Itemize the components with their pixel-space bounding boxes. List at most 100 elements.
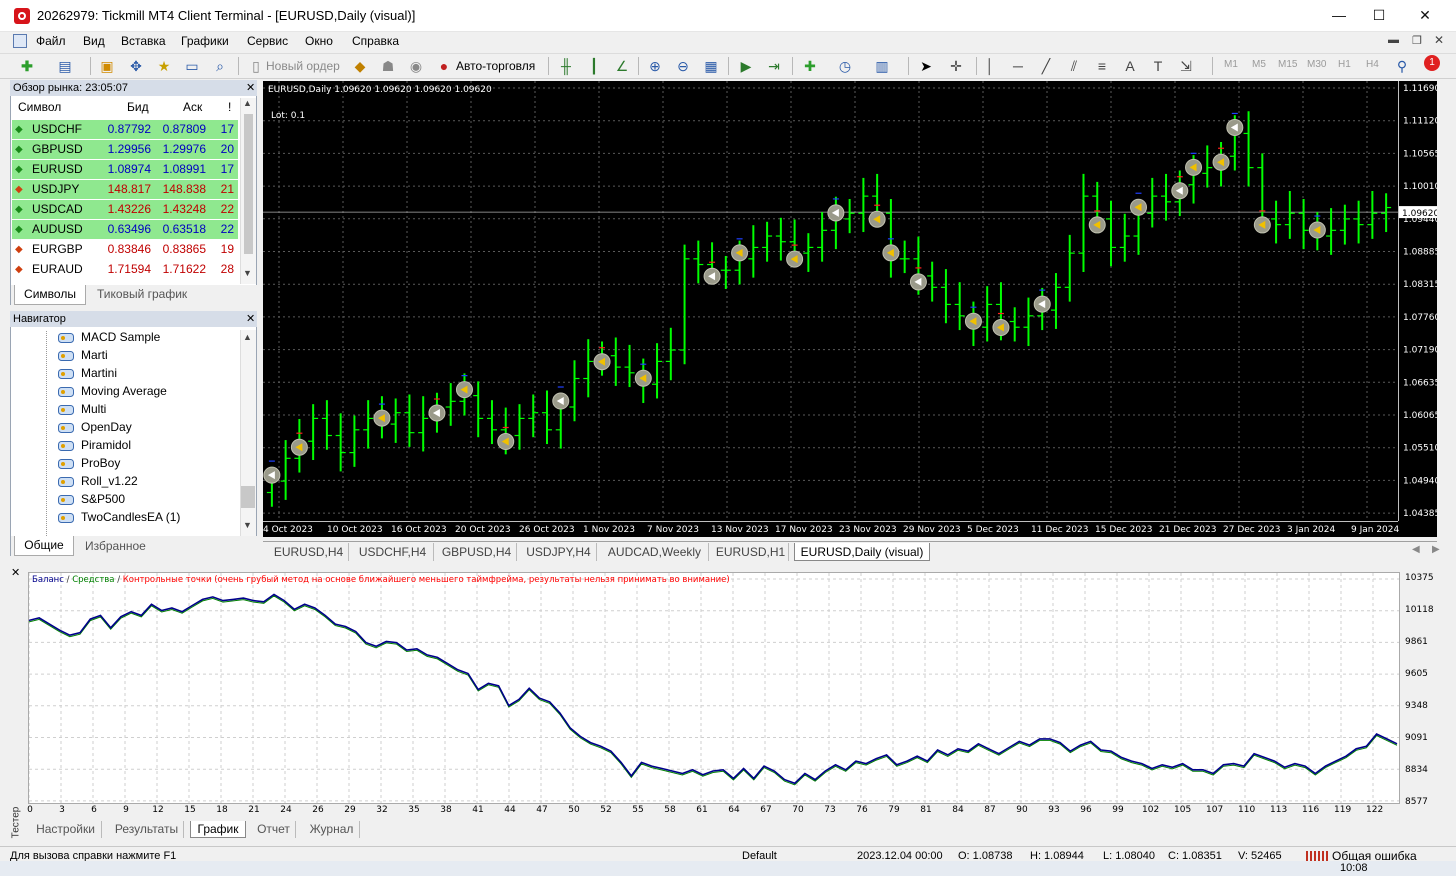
column-symbol[interactable]: Символ (18, 100, 61, 114)
maximize-button[interactable]: ☐ (1356, 0, 1402, 32)
timeframe-m15[interactable]: M15 (1278, 59, 1297, 70)
menu-charts[interactable]: Графики (181, 34, 229, 48)
tabs-scroll-right-icon[interactable]: ▶ (1432, 544, 1440, 555)
scroll-down-icon[interactable]: ▼ (243, 268, 252, 278)
navigator-close-icon[interactable]: ✕ (246, 312, 255, 325)
chart-tab[interactable]: USDJPY,H4 (521, 543, 597, 561)
cursor-icon[interactable]: ➤ (916, 56, 936, 76)
child-restore-icon[interactable]: ❐ (1412, 34, 1422, 47)
tile-windows-icon[interactable]: ▦ (701, 56, 721, 76)
crosshair-icon[interactable]: ✛ (946, 56, 966, 76)
menu-window[interactable]: Окно (305, 34, 333, 48)
navigator-icon[interactable]: ★ (154, 56, 174, 76)
menu-file[interactable]: Файл (36, 34, 66, 48)
text-label-icon[interactable]: T (1148, 56, 1168, 76)
connection-bars-icon[interactable] (1306, 851, 1328, 861)
text-icon[interactable]: A (1120, 56, 1140, 76)
chart-tab[interactable]: USDCHF,H4 (352, 543, 434, 561)
market-watch-row[interactable]: ◆ USDJPY 148.817 148.838 21 (12, 180, 238, 199)
templates-icon[interactable]: ▥ (872, 56, 892, 76)
menu-insert[interactable]: Вставка (121, 34, 166, 48)
market-watch-icon[interactable]: ▣ (97, 56, 117, 76)
timeframe-h1[interactable]: H1 (1338, 59, 1351, 70)
child-close-icon[interactable]: ✕ (1434, 33, 1444, 47)
child-window-icon[interactable] (13, 34, 27, 48)
candlestick-icon[interactable]: ┃ (584, 56, 604, 76)
search-icon[interactable]: ⚲ (1392, 56, 1412, 76)
scroll-up-icon[interactable]: ▲ (243, 332, 252, 342)
navigator-scrollbar[interactable]: ▲ ▼ (240, 330, 256, 536)
market-watch-row[interactable]: ◆ EURAUD 1.71594 1.71622 28 (12, 260, 238, 279)
price-chart-canvas[interactable]: 1.116901.111201.105651.100101.094401.088… (263, 81, 1437, 537)
indicators-icon[interactable]: ✚ (800, 56, 820, 76)
timeframe-m5[interactable]: M5 (1252, 59, 1266, 70)
tester-tab[interactable]: Журнал (304, 821, 360, 838)
trendline-icon[interactable]: ╱ (1036, 56, 1056, 76)
market-watch-row[interactable]: ◆ EURGBP 0.83846 0.83865 19 (12, 240, 238, 259)
line-chart-icon[interactable]: ∠ (612, 56, 632, 76)
timeframe-m30[interactable]: M30 (1307, 59, 1326, 70)
menu-help[interactable]: Справка (352, 34, 399, 48)
new-order-icon[interactable]: ▯ (246, 56, 266, 76)
price-chart[interactable]: 1.11690 1.11120 1.10565 1.10010 1.09440 1.088… (263, 81, 1437, 537)
column-spread[interactable]: ! (228, 100, 231, 114)
signals-icon[interactable]: ◉ (406, 56, 426, 76)
auto-trading-icon[interactable]: ● (434, 56, 454, 76)
column-ask[interactable]: Аск (183, 100, 202, 114)
tester-close-icon[interactable]: ✕ (11, 566, 20, 579)
new-chart-icon[interactable]: ✚ (17, 56, 37, 76)
tester-tab[interactable]: Настройки (30, 821, 102, 838)
timeframe-h4[interactable]: H4 (1366, 59, 1379, 70)
close-button[interactable]: ✕ (1402, 0, 1448, 32)
new-order-button[interactable]: Новый ордер (266, 59, 340, 73)
channel-icon[interactable]: ⫽ (1064, 56, 1084, 76)
scroll-up-icon[interactable]: ▲ (243, 98, 252, 108)
options-icon[interactable]: ☗ (378, 56, 398, 76)
market-watch-row[interactable]: ◆ USDCHF 0.87792 0.87809 17 (12, 120, 238, 139)
chart-shift-icon[interactable]: ⇥ (764, 56, 784, 76)
timeframe-m1[interactable]: M1 (1224, 59, 1238, 70)
scroll-thumb[interactable] (241, 486, 255, 508)
metaeditor-icon[interactable]: ◆ (350, 56, 370, 76)
autoscroll-icon[interactable]: ▶ (736, 56, 756, 76)
horizontal-line-icon[interactable]: ─ (1008, 56, 1028, 76)
tester-tab[interactable]: Результаты (110, 821, 184, 838)
scroll-thumb[interactable] (244, 114, 253, 254)
chart-tab[interactable]: EURUSD,H4 (269, 543, 349, 561)
market-watch-row[interactable]: ◆ EURUSD 1.08974 1.08991 17 (12, 160, 238, 179)
zoom-out-icon[interactable]: ⊖ (673, 56, 693, 76)
tabs-scroll-left-icon[interactable]: ◀ (1412, 544, 1420, 555)
chart-tab[interactable]: AUDCAD,Weekly (601, 543, 709, 561)
market-watch-scrollbar[interactable]: ▲ ▼ (240, 98, 256, 284)
market-watch-close-icon[interactable]: ✕ (246, 81, 255, 94)
child-minimize-icon[interactable]: ▬ (1388, 34, 1399, 46)
market-watch-row[interactable]: ◆ USDCAD 1.43226 1.43248 22 (12, 200, 238, 219)
taskbar-clock[interactable]: 10:08 (1340, 862, 1368, 874)
notification-badge-icon[interactable]: 1 (1424, 55, 1440, 71)
tab-favorites[interactable]: Избранное (85, 539, 146, 553)
tester-tab[interactable]: Отчет (252, 821, 296, 838)
tab-tick-chart[interactable]: Тиковый график (97, 287, 187, 301)
menu-tools[interactable]: Сервис (247, 34, 288, 48)
bar-chart-icon[interactable]: ╫ (556, 56, 576, 76)
market-watch-row[interactable]: ◆ GBPUSD 1.29956 1.29976 20 (12, 140, 238, 159)
chart-tab[interactable]: EURUSD,Daily (visual) (794, 543, 930, 561)
vertical-line-icon[interactable]: │ (980, 56, 1000, 76)
tester-tab[interactable]: График (190, 821, 246, 838)
terminal-icon[interactable]: ▭ (182, 56, 202, 76)
tab-common[interactable]: Общие (14, 536, 74, 556)
column-bid[interactable]: Бид (127, 100, 149, 114)
auto-trading-button[interactable]: Авто-торговля (456, 59, 535, 73)
market-watch-row[interactable]: ◆ AUDUSD 0.63496 0.63518 22 (12, 220, 238, 239)
chart-tab[interactable]: GBPUSD,H4 (437, 543, 517, 561)
tab-symbols[interactable]: Символы (14, 285, 86, 305)
periods-icon[interactable]: ◷ (835, 56, 855, 76)
strategy-tester-icon[interactable]: ⌕ (210, 56, 230, 76)
scroll-down-icon[interactable]: ▼ (243, 520, 252, 530)
profiles-icon[interactable]: ▤ (55, 56, 75, 76)
chart-tab[interactable]: EURUSD,H1 (713, 543, 789, 561)
menu-view[interactable]: Вид (83, 34, 105, 48)
fibonacci-icon[interactable]: ≡ (1092, 56, 1112, 76)
data-window-icon[interactable]: ✥ (126, 56, 146, 76)
arrows-icon[interactable]: ⇲ (1176, 56, 1196, 76)
